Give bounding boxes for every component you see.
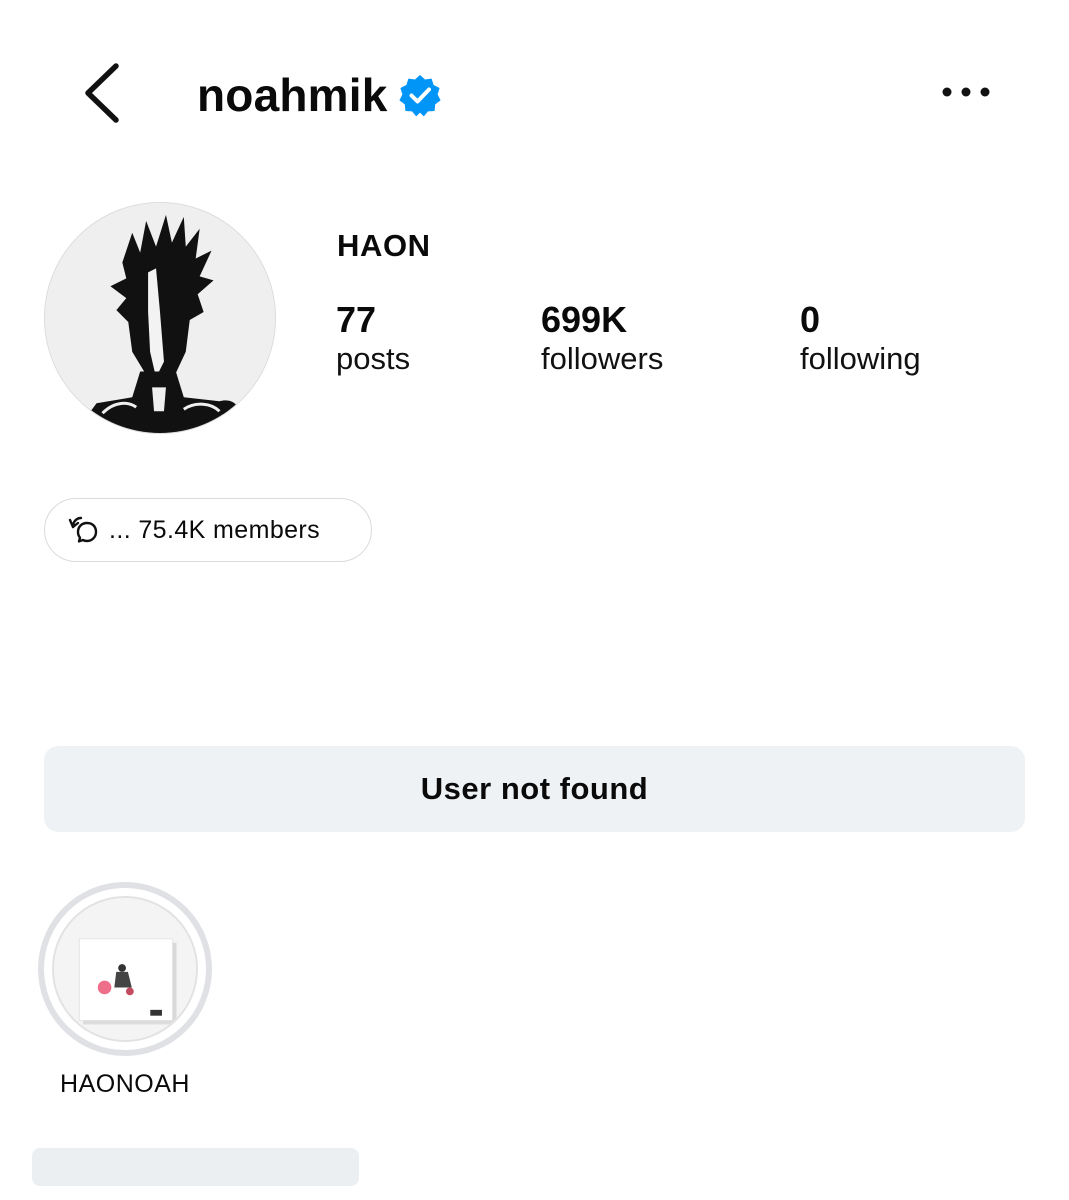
display-name: HAON bbox=[337, 228, 431, 263]
broadcast-channel-pill[interactable]: ... 75.4K members bbox=[44, 498, 372, 562]
channel-members-text: ... 75.4K members bbox=[109, 515, 321, 544]
highlight-label: HAONOAH bbox=[60, 1070, 190, 1098]
more-horizontal-icon bbox=[942, 87, 990, 97]
broadcast-channel-icon bbox=[68, 516, 98, 543]
loading-placeholder bbox=[32, 1148, 359, 1186]
highlight-cover bbox=[52, 896, 198, 1042]
followers-count[interactable]: 699K followers bbox=[541, 300, 663, 377]
profile-avatar[interactable] bbox=[44, 202, 276, 434]
chevron-left-icon bbox=[85, 63, 119, 123]
user-not-found-button[interactable]: User not found bbox=[44, 746, 1025, 832]
followers-value: 699K bbox=[541, 299, 628, 340]
posts-label: posts bbox=[336, 340, 411, 376]
profile-title: noahmik bbox=[197, 60, 442, 130]
posts-count[interactable]: 77 posts bbox=[336, 300, 410, 377]
back-button[interactable] bbox=[72, 56, 132, 130]
posts-value: 77 bbox=[336, 299, 377, 340]
top-bar: noahmik bbox=[0, 0, 1069, 190]
verified-badge-icon bbox=[398, 75, 441, 117]
story-highlight[interactable]: HAONOAH bbox=[38, 882, 212, 1099]
more-options-button[interactable] bbox=[930, 70, 1002, 114]
following-label: following bbox=[800, 340, 921, 376]
following-count[interactable]: 0 following bbox=[800, 300, 921, 377]
following-value: 0 bbox=[800, 299, 821, 340]
followers-label: followers bbox=[541, 340, 664, 376]
avatar-image bbox=[45, 203, 275, 433]
album-cover-thumbnail bbox=[54, 898, 196, 1040]
highlight-ring bbox=[38, 882, 212, 1056]
username: noahmik bbox=[197, 69, 388, 121]
user-not-found-label: User not found bbox=[420, 771, 649, 806]
